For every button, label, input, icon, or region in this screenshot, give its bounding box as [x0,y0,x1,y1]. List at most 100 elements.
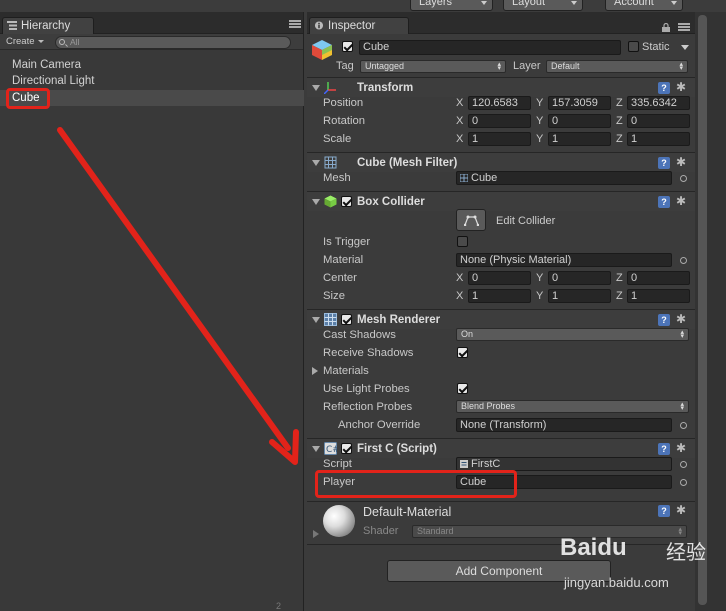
help-icon[interactable]: ? [658,314,670,326]
axis-z-label: Z [616,115,623,127]
center-x-field[interactable]: 0 [468,271,531,285]
inspector-menu-icon[interactable] [678,23,690,33]
position-y-field[interactable]: 157.3059 [548,96,611,110]
hierarchy-search-input[interactable]: All [55,36,291,49]
box-collider-enabled-checkbox[interactable] [341,196,352,207]
edit-collider-icon [464,215,479,226]
cast-shadows-dropdown[interactable]: On ▴ ▾ [456,328,689,341]
object-picker-icon[interactable] [680,175,687,182]
light-probes-row: Use Light Probes [307,380,695,398]
fold-arrow-icon[interactable] [312,85,320,91]
gear-icon[interactable]: ✱ [676,156,688,168]
reflection-probes-value: Blend Probes [461,401,516,411]
list-icon [7,21,17,30]
scale-x-field[interactable]: 1 [468,132,531,146]
layout-label: Layout [512,0,546,8]
static-checkbox[interactable] [628,41,639,52]
expand-arrow-icon[interactable] [313,530,319,538]
gear-icon[interactable]: ✱ [676,313,688,325]
center-label: Center [323,272,357,284]
reflection-probes-dropdown[interactable]: Blend Probes ▴ ▾ [456,400,689,413]
center-z-field[interactable]: 0 [627,271,690,285]
center-y-field[interactable]: 0 [548,271,611,285]
player-highlight-box [315,470,517,498]
expand-arrow-icon[interactable] [312,367,318,375]
create-dropdown[interactable]: Create [6,36,44,47]
gear-icon[interactable]: ✱ [676,81,688,93]
object-picker-icon[interactable] [680,479,687,486]
collider-material-row: Material None (Physic Material) [307,251,695,269]
is-trigger-label: Is Trigger [323,236,371,248]
rotation-y-field[interactable]: 0 [548,114,611,128]
light-probes-checkbox[interactable] [457,383,468,394]
script-icon: C# [324,442,337,455]
layers-dropdown[interactable]: Layers [410,0,493,11]
hierarchy-toolbar: Create All [0,34,303,50]
rotation-z-field[interactable]: 0 [627,114,690,128]
help-icon[interactable]: ? [658,443,670,455]
axis-z-label: Z [616,97,623,109]
baidu-logo-text: Baidu [560,534,627,561]
layout-dropdown[interactable]: Layout [503,0,583,11]
account-dropdown[interactable]: Account [605,0,683,11]
scrollbar-thumb[interactable] [698,15,707,605]
axis-z-label: Z [616,272,623,284]
script-enabled-checkbox[interactable] [341,443,352,454]
materials-row[interactable]: Materials [307,362,695,380]
fold-arrow-icon[interactable] [312,160,320,166]
layer-dropdown[interactable]: Default ▴ ▾ [546,60,688,73]
scale-y-field[interactable]: 1 [548,132,611,146]
fold-arrow-icon[interactable] [312,317,320,323]
position-x-field[interactable]: 120.6583 [468,96,531,110]
fold-arrow-icon[interactable] [312,199,320,205]
is-trigger-checkbox[interactable] [457,236,468,247]
receive-shadows-checkbox[interactable] [457,347,468,358]
object-active-checkbox[interactable] [342,41,353,52]
panel-menu-icon[interactable] [289,20,301,30]
script-field[interactable]: FirstC [456,457,672,471]
axis-z-label: Z [616,133,623,145]
inspector-tabstrip: Inspector [307,12,695,34]
tab-inspector[interactable]: Inspector [309,17,409,34]
help-icon[interactable]: ? [658,82,670,94]
tag-dropdown[interactable]: Untagged ▴ ▾ [360,60,506,73]
object-picker-icon[interactable] [680,257,687,264]
shader-value: Standard [417,526,454,536]
edit-collider-button[interactable] [456,209,486,231]
separator [307,501,695,502]
scale-z-field[interactable]: 1 [627,132,690,146]
box-collider-header[interactable]: Box Collider ? ✱ [307,191,695,211]
object-picker-icon[interactable] [680,422,687,429]
object-name-input[interactable]: Cube [359,40,621,55]
help-icon[interactable]: ? [658,157,670,169]
lock-icon[interactable] [662,23,670,32]
position-label: Position [323,97,364,109]
collider-material-field[interactable]: None (Physic Material) [456,253,672,267]
layer-label: Layer [513,60,541,72]
gear-icon[interactable]: ✱ [676,195,688,207]
box-collider-icon [324,195,337,208]
size-x-field[interactable]: 1 [468,289,531,303]
mesh-object-field[interactable]: Cube [456,171,672,185]
position-z-field[interactable]: 335.6342 [627,96,690,110]
size-z-field[interactable]: 1 [627,289,690,303]
fold-arrow-icon[interactable] [312,446,320,452]
static-dropdown-arrow[interactable] [681,45,689,50]
rotation-row: Rotation X 0 Y 0 Z 0 [307,112,695,130]
rotation-x-field[interactable]: 0 [468,114,531,128]
mesh-renderer-enabled-checkbox[interactable] [341,314,352,325]
help-icon[interactable]: ? [658,505,670,517]
hierarchy-item-main-camera[interactable]: Main Camera [0,57,304,73]
gear-icon[interactable]: ✱ [676,504,688,516]
gear-icon[interactable]: ✱ [676,442,688,454]
cube-highlight-box [6,88,50,109]
axis-x-label: X [456,115,464,127]
object-picker-icon[interactable] [680,461,687,468]
tab-hierarchy[interactable]: Hierarchy [2,17,94,34]
baidu-jingyan-text: 经验 [666,540,706,564]
mesh-value: Cube [471,172,498,184]
help-icon[interactable]: ? [658,196,670,208]
size-y-field[interactable]: 1 [548,289,611,303]
hierarchy-item-directional-light[interactable]: Directional Light [0,73,304,89]
anchor-override-field[interactable]: None (Transform) [456,418,672,432]
